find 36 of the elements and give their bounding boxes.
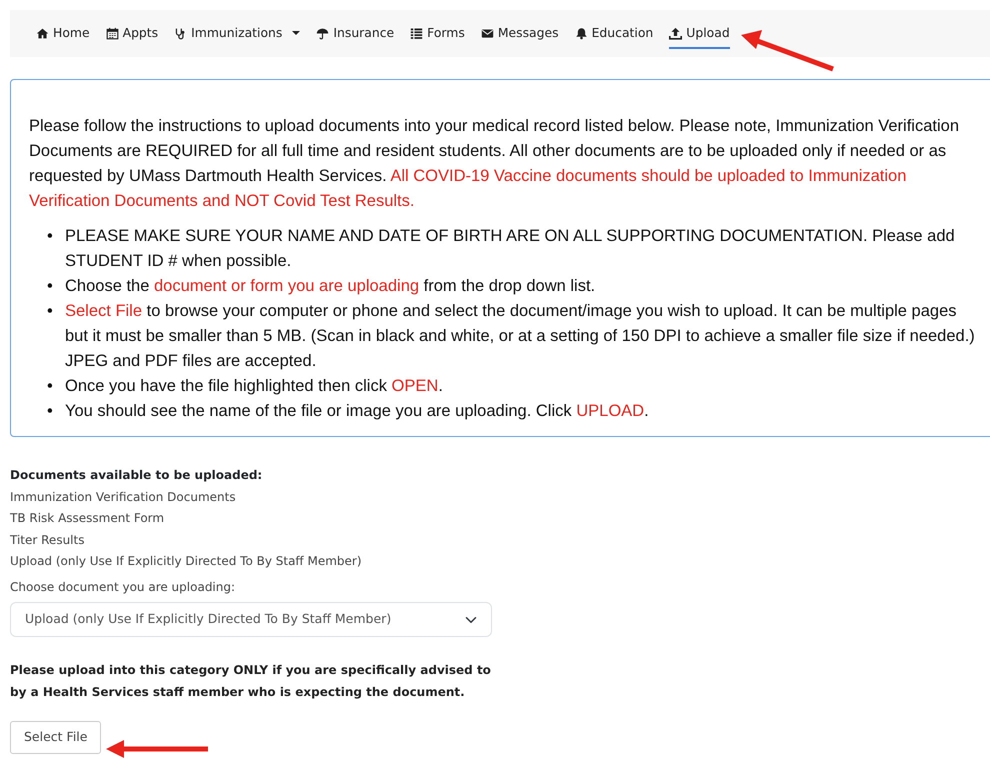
umbrella-icon: [316, 26, 330, 40]
notice-text: Please upload into this category ONLY if you are specifically advised to by a Health Services staff member who is expecting the document.: [10, 662, 492, 701]
bullet-marker: •: [47, 226, 54, 247]
nav-link[interactable]: Education: [574, 18, 654, 49]
bullet-marker: •: [47, 276, 54, 297]
documents-heading: Documents available to be uploaded:: [10, 467, 264, 484]
document-type: Upload (only Use If Explicitly Directed To By Staff Member): [10, 553, 363, 570]
upload-icon: [669, 26, 682, 40]
select-label: Choose document you are uploading:: [10, 578, 236, 596]
bell-icon: [574, 26, 588, 40]
calendar-icon: [106, 26, 119, 40]
select-file-button[interactable]: Select File: [10, 721, 102, 754]
bullet-marker: •: [47, 301, 54, 322]
instruction-item: Select File to browse your computer or phone and select the document/image you wish to upload. It can be multiple pages but it must be smaller than 5 MB. (Scan in black and white, or at a setting of 150 DPI to achieve a smaller file size if needed.) JPEG and PDF files are accepted.: [65, 301, 975, 372]
home-icon: [36, 26, 49, 40]
instruction-item: Choose the document or form you are uploading from the drop down list.: [65, 276, 596, 297]
nav-link[interactable]: Messages: [480, 18, 559, 49]
instruction-item: You should see the name of the file or image you are uploading. Click UPLOAD.: [65, 401, 649, 422]
document-select[interactable]: Upload (only Use If Explicitly Directed To By Staff Member): [10, 602, 492, 637]
nav-link[interactable]: Forms: [410, 18, 465, 49]
nav-link[interactable]: Immunizations: [174, 18, 300, 49]
envelope-icon: [480, 26, 494, 40]
bullet-marker: •: [47, 376, 54, 397]
stethoscope-icon: [174, 26, 188, 40]
document-type: Immunization Verification Documents: [10, 488, 237, 506]
nav-link[interactable]: Upload: [669, 18, 730, 49]
bullet-marker: •: [47, 401, 54, 422]
list-icon: [410, 26, 424, 40]
nav-link[interactable]: Appts: [106, 18, 158, 49]
document-type: TB Risk Assessment Form: [10, 510, 166, 527]
instructions-paragraph: Please follow the instructions to upload documents into your medical record listed below. Please note, Immunization Verification Documents are REQUIRED for all full time and resident students. All other documents are to be uploaded only if needed or as requested by UMass Dartmouth Health Services. All COVID-19 Vaccine documents should be uploaded to Immunization Verification Documents and NOT Covid Test Results.: [29, 116, 960, 212]
instruction-item: Once you have the file highlighted then click OPEN.: [65, 376, 443, 397]
nav-link[interactable]: Home: [36, 18, 90, 49]
document-type: Titer Results: [10, 532, 86, 548]
nav-link[interactable]: Insurance: [316, 18, 394, 49]
instruction-item: PLEASE MAKE SURE YOUR NAME AND DATE OF BIRTH ARE ON ALL SUPPORTING DOCUMENTATION. Please add STUDENT ID # when possible.: [65, 226, 956, 272]
